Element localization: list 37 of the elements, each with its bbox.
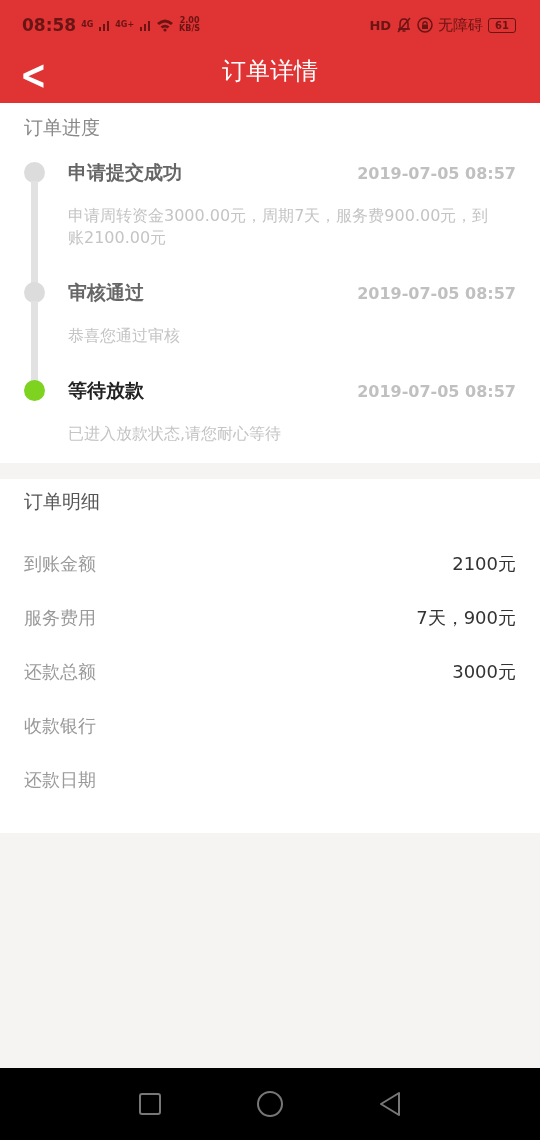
hd-label: HD: [369, 17, 392, 33]
detail-label: 收款银行: [24, 714, 96, 738]
page-title: 订单详情: [222, 55, 318, 87]
signal-icon: [98, 18, 111, 32]
accessibility-label: 无障碍: [438, 15, 484, 35]
network-label: 4G+: [115, 21, 135, 29]
home-icon[interactable]: [257, 1091, 283, 1117]
step-description: 恭喜您通过审核: [68, 325, 181, 347]
detail-value: 7天，900元: [416, 606, 516, 630]
step-title: 等待放款: [68, 378, 144, 403]
detail-label: 服务费用: [24, 606, 96, 630]
step-description: 已进入放款状态,请您耐心等待: [68, 423, 283, 445]
step-time: 2019-07-05 08:57: [357, 283, 516, 303]
clock: 08:58: [22, 15, 77, 35]
battery-level: 61: [488, 17, 516, 33]
step-title: 审核通过: [68, 280, 144, 305]
step-description: 申请周转资金3000.00元，周期7天，服务费900.00元，到账2100.00元: [68, 205, 490, 249]
section-title: 订单明细: [24, 489, 101, 514]
step-time: 2019-07-05 08:57: [357, 381, 516, 401]
detail-value: 3000元: [452, 660, 516, 684]
recents-icon[interactable]: [137, 1091, 163, 1117]
signal-icon: [139, 18, 152, 32]
lock-icon: [417, 17, 434, 33]
network-speed: 2.00: [179, 16, 200, 25]
detail-value: 2100元: [452, 552, 516, 576]
back-button[interactable]: <: [14, 50, 53, 100]
network-label: 4G: [81, 21, 94, 29]
wifi-icon: [156, 18, 175, 32]
back-icon[interactable]: [377, 1091, 403, 1117]
step-time: 2019-07-05 08:57: [357, 163, 516, 183]
section-title: 订单进度: [24, 115, 101, 140]
detail-label: 还款日期: [24, 768, 96, 792]
speed-unit: KB/S: [179, 25, 201, 34]
step-title: 申请提交成功: [68, 160, 182, 185]
detail-label: 还款总额: [24, 660, 96, 684]
detail-label: 到账金额: [24, 552, 96, 576]
bell-off-icon: [396, 17, 413, 33]
